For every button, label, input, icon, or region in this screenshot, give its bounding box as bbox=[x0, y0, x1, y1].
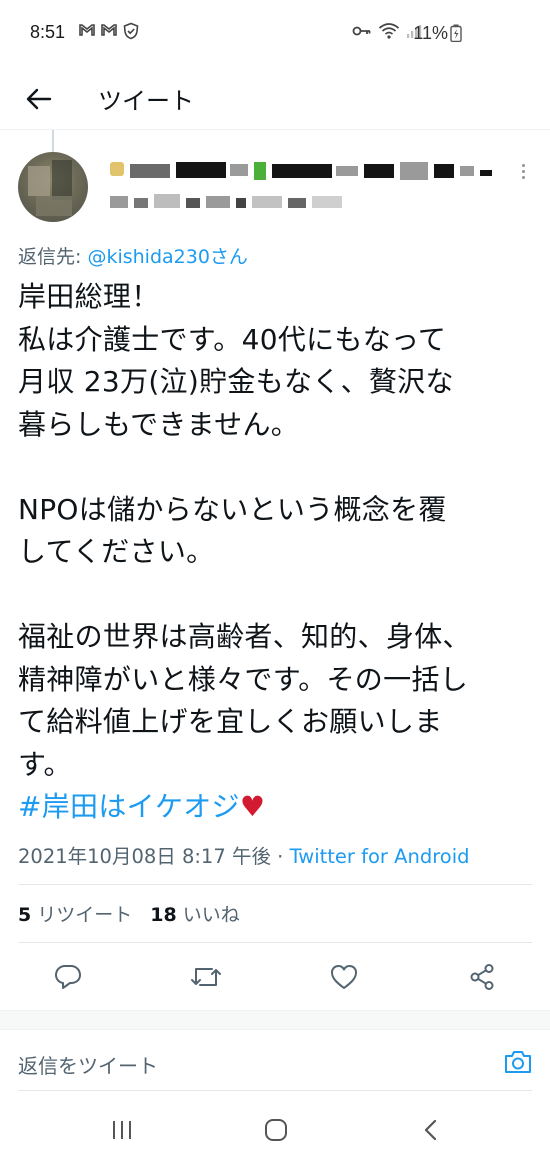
back-icon bbox=[424, 1119, 437, 1141]
reply-to-label: 返信先: bbox=[18, 246, 88, 268]
camera-button[interactable] bbox=[500, 1046, 536, 1078]
tweet-stats: 5 リツイート 18 いいね bbox=[18, 900, 240, 927]
retweets-label: リツイート bbox=[37, 904, 133, 926]
tweet-source-link[interactable]: Twitter for Android bbox=[290, 845, 470, 868]
handle-redacted[interactable] bbox=[110, 194, 360, 210]
share-icon bbox=[470, 964, 494, 990]
tweet-body: 岸田総理！ 私は介護士です。40代にもなって 月収 23万(泣)貯金もなく、贅沢… bbox=[18, 280, 471, 781]
tweet-meta: 2021年10月08日 8:17 午後 · Twitter for Androi… bbox=[18, 840, 470, 869]
tweet-text: 岸田総理！ 私は介護士です。40代にもなって 月収 23万(泣)貯金もなく、贅沢… bbox=[18, 276, 530, 829]
retweet-button[interactable] bbox=[189, 960, 223, 994]
shield-icon bbox=[123, 22, 139, 40]
divider bbox=[18, 1090, 532, 1091]
system-back-button[interactable] bbox=[410, 1110, 450, 1150]
more-options-button[interactable] bbox=[508, 160, 538, 186]
share-button[interactable] bbox=[465, 960, 499, 994]
status-time: 8:51 bbox=[30, 22, 66, 42]
divider bbox=[18, 884, 532, 885]
home-icon bbox=[265, 1119, 287, 1141]
app-header: ツイート bbox=[0, 68, 550, 130]
system-nav-bar bbox=[0, 1092, 550, 1161]
like-icon bbox=[331, 965, 357, 989]
heart-emoji: ♥ bbox=[239, 790, 266, 823]
gmail-icon bbox=[79, 24, 95, 36]
back-button[interactable] bbox=[18, 78, 60, 120]
tweet-actions bbox=[0, 950, 550, 1002]
reply-mention-link[interactable]: @kishida230さん bbox=[87, 246, 247, 268]
display-name-redacted[interactable] bbox=[110, 160, 500, 182]
battery-percentage: 11% bbox=[413, 23, 448, 43]
retweet-icon bbox=[191, 968, 221, 986]
recent-apps-icon bbox=[113, 1121, 131, 1139]
system-icons bbox=[352, 22, 422, 40]
recent-apps-button[interactable] bbox=[102, 1110, 142, 1150]
reply-composer[interactable]: 返信をツイート bbox=[0, 1030, 550, 1092]
reply-icon bbox=[55, 965, 81, 989]
likes-stat[interactable]: 18 いいね bbox=[150, 900, 239, 927]
camera-icon bbox=[505, 1051, 531, 1073]
meta-separator: · bbox=[270, 845, 290, 868]
arrow-left-icon bbox=[26, 88, 52, 110]
retweets-stat[interactable]: 5 リツイート bbox=[18, 900, 132, 927]
page-title: ツイート bbox=[98, 87, 194, 115]
wifi-icon bbox=[378, 23, 400, 39]
tweet-timestamp[interactable]: 2021年10月08日 8:17 午後 bbox=[18, 845, 271, 868]
retweets-count: 5 bbox=[18, 904, 32, 926]
reply-input[interactable]: 返信をツイート bbox=[18, 1050, 158, 1079]
battery-icon bbox=[450, 24, 462, 42]
thread-connector bbox=[52, 130, 54, 152]
key-icon bbox=[352, 26, 371, 36]
notification-icons bbox=[78, 22, 140, 40]
likes-label: いいね bbox=[182, 904, 240, 926]
section-separator bbox=[0, 1010, 550, 1030]
avatar[interactable] bbox=[18, 152, 88, 222]
reply-button[interactable] bbox=[51, 960, 85, 994]
like-button[interactable] bbox=[327, 960, 361, 994]
divider bbox=[18, 942, 532, 943]
reply-to-line: 返信先: @kishida230さん bbox=[18, 242, 248, 269]
status-bar: 8:51 11% bbox=[0, 0, 550, 68]
likes-count: 18 bbox=[150, 904, 177, 926]
home-button[interactable] bbox=[256, 1110, 296, 1150]
gmail-icon bbox=[101, 24, 117, 36]
hashtag-link[interactable]: #岸田はイケオジ bbox=[18, 790, 240, 823]
